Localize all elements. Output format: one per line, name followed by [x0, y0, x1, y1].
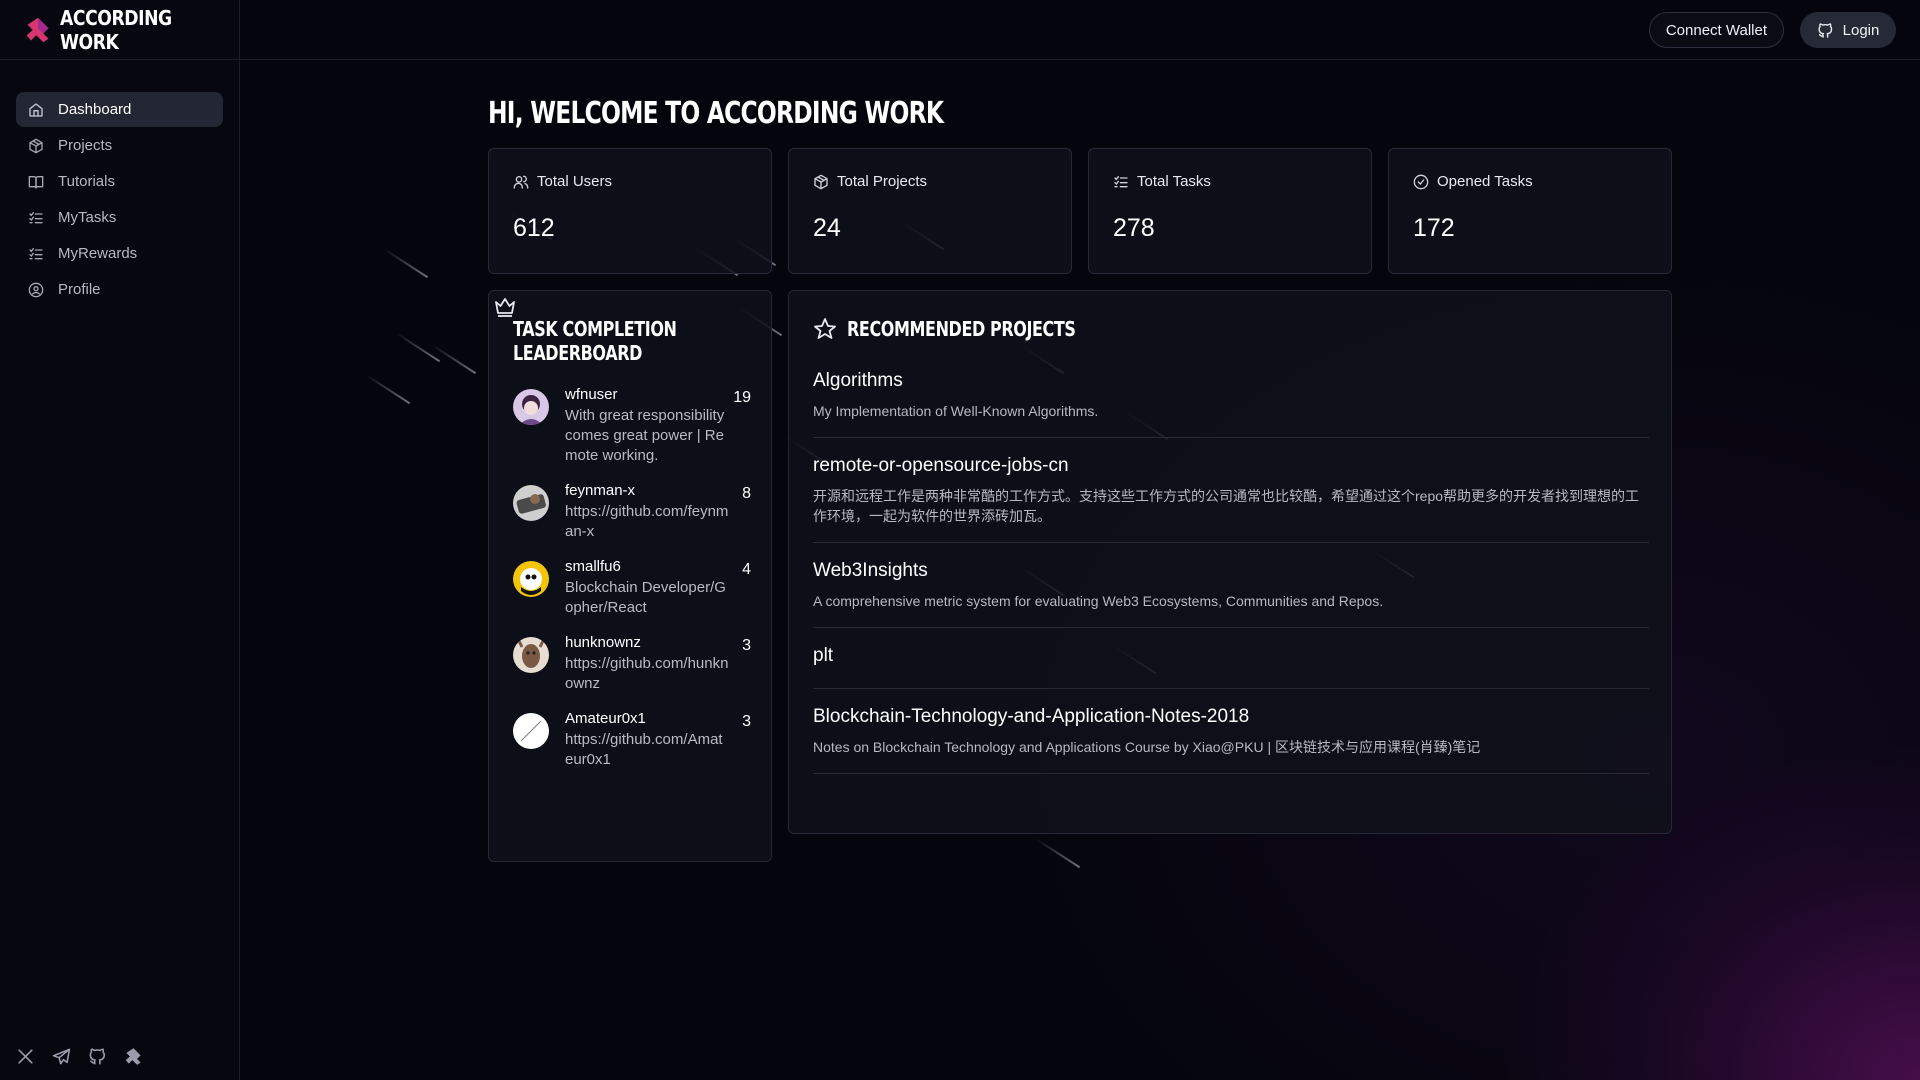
stat-label: Total Projects: [837, 173, 928, 190]
avatar: [513, 389, 549, 425]
sidebar-item-label: MyTasks: [58, 209, 117, 226]
list-checks-icon: [29, 211, 43, 223]
sidebar-nav: Dashboard Projects Tutorials MyTasks MyR…: [0, 60, 239, 307]
project-name[interactable]: remote-or-opensource-jobs-cn: [813, 454, 1649, 478]
stat-value: 612: [513, 214, 555, 242]
leaderboard-score: 4: [742, 561, 751, 578]
connect-wallet-button[interactable]: Connect Wallet: [1648, 12, 1784, 48]
crown-icon: [495, 298, 515, 317]
leaderboard-score: 19: [733, 389, 751, 406]
stat-card-opened-tasks: Opened Tasks 172: [1388, 148, 1672, 274]
avatar: [513, 713, 549, 749]
leaderboard-row[interactable]: feynman-x https://github.com/feynman-x 8: [513, 481, 751, 542]
sidebar-item-projects[interactable]: Projects: [16, 128, 223, 163]
leaderboard-username: feynman-x: [565, 482, 636, 499]
sidebar-item-profile[interactable]: Profile: [16, 272, 223, 307]
leaderboard-list: wfnuser With great responsibility comes …: [513, 385, 751, 785]
sidebar-item-label: Profile: [58, 281, 101, 298]
telegram-icon[interactable]: [52, 1047, 71, 1066]
sidebar-item-myrewards[interactable]: MyRewards: [16, 236, 223, 271]
project-name[interactable]: Web3Insights: [813, 559, 1649, 583]
leaderboard-bio: https://github.com/hunknownz: [565, 655, 729, 692]
project-item[interactable]: Algorithms My Implementation of Well-Kno…: [813, 369, 1649, 438]
x-icon[interactable]: [16, 1047, 35, 1066]
home-icon: [29, 102, 43, 117]
project-description: A comprehensive metric system for evalua…: [813, 593, 1384, 609]
project-item[interactable]: Web3Insights A comprehensive metric syst…: [813, 559, 1649, 628]
project-name[interactable]: Blockchain-Technology-and-Application-No…: [813, 705, 1649, 729]
avatar: [513, 561, 549, 597]
sidebar-item-label: MyRewards: [58, 245, 138, 262]
login-label: Login: [1842, 21, 1880, 39]
leaderboard-row[interactable]: smallfu6 Blockchain Developer/Gopher/Rea…: [513, 557, 751, 618]
recommended-projects-title: Recommended Projects: [847, 317, 1076, 341]
book-icon: [28, 175, 44, 189]
github-icon: [1818, 22, 1832, 38]
top-header: Connect Wallet Login: [240, 0, 1920, 60]
login-button[interactable]: Login: [1800, 12, 1896, 48]
project-item[interactable]: remote-or-opensource-jobs-cn 开源和远程工作是两种非…: [813, 454, 1649, 543]
package-icon: [29, 138, 43, 153]
stat-label: Total Tasks: [1137, 173, 1211, 190]
list-checks-icon: [1114, 175, 1128, 187]
user-circle-icon: [28, 282, 44, 297]
leaderboard-username: smallfu6: [565, 558, 621, 575]
sidebar-item-mytasks[interactable]: MyTasks: [16, 200, 223, 235]
according-work-logo-icon: [26, 17, 49, 42]
stat-label: Opened Tasks: [1437, 173, 1533, 190]
stat-card-total-tasks: Total Tasks 278: [1088, 148, 1372, 274]
social-links: [16, 1047, 143, 1066]
leaderboard-bio: https://github.com/Amateur0x1: [565, 731, 723, 768]
sidebar-item-label: Projects: [58, 137, 113, 154]
avatar: [513, 485, 549, 521]
sidebar-item-label: Tutorials: [58, 173, 115, 190]
project-description: Notes on Blockchain Technology and Appli…: [813, 739, 1481, 755]
project-item[interactable]: Blockchain-Technology-and-Application-No…: [813, 705, 1649, 774]
users-icon: [513, 175, 529, 189]
stat-value: 278: [1113, 214, 1155, 242]
stat-value: 172: [1413, 214, 1455, 242]
recommended-projects-card: Recommended Projects Algorithms My Imple…: [788, 290, 1672, 834]
leaderboard-bio: With great responsibility comes great po…: [565, 407, 725, 464]
brand-name: According Work: [60, 5, 172, 54]
leaderboard-username: Amateur0x1: [565, 710, 646, 727]
leaderboard-title: Task Completion Leaderboard: [513, 317, 677, 365]
leaderboard-row[interactable]: Amateur0x1 https://github.com/Amateur0x1…: [513, 709, 751, 770]
leaderboard-bio: Blockchain Developer/Gopher/React: [565, 579, 726, 616]
leaderboard-bio: https://github.com/feynman-x: [565, 503, 729, 540]
according-work-icon[interactable]: [124, 1047, 143, 1066]
stat-card-total-users: Total Users 612: [488, 148, 772, 274]
package-icon: [814, 174, 828, 189]
list-checks-icon: [29, 247, 43, 259]
stat-label: Total Users: [537, 173, 613, 190]
sidebar: According Work Dashboard Projects Tutori…: [0, 0, 240, 1080]
github-icon[interactable]: [88, 1047, 107, 1066]
leaderboard-row[interactable]: wfnuser With great responsibility comes …: [513, 385, 751, 466]
project-item[interactable]: plt: [813, 644, 1649, 689]
check-circle-icon: [1413, 174, 1429, 189]
leaderboard-card: Task Completion Leaderboard wfnuser With…: [488, 290, 772, 862]
stat-card-total-projects: Total Projects 24: [788, 148, 1072, 274]
stat-value: 24: [813, 214, 841, 242]
leaderboard-username: hunknownz: [565, 634, 641, 651]
sidebar-item-label: Dashboard: [58, 101, 132, 118]
leaderboard-row[interactable]: hunknownz https://github.com/hunknownz 3: [513, 633, 751, 694]
sidebar-item-dashboard[interactable]: Dashboard: [16, 92, 223, 127]
avatar: [513, 637, 549, 673]
project-name[interactable]: plt: [813, 644, 1649, 668]
sidebar-item-tutorials[interactable]: Tutorials: [16, 164, 223, 199]
leaderboard-score: 8: [742, 485, 751, 502]
brand[interactable]: According Work: [0, 0, 239, 60]
project-list: Algorithms My Implementation of Well-Kno…: [813, 369, 1649, 790]
star-icon: [814, 318, 836, 339]
leaderboard-username: wfnuser: [565, 386, 618, 403]
project-description: 开源和远程工作是两种非常酷的工作方式。支持这些工作方式的公司通常也比较酷，希望通…: [813, 488, 1640, 524]
project-name[interactable]: Algorithms: [813, 369, 1649, 393]
page-title: Hi, Welcome to According Work: [488, 96, 944, 131]
project-description: My Implementation of Well-Known Algorith…: [813, 403, 1099, 419]
leaderboard-score: 3: [742, 713, 751, 730]
leaderboard-score: 3: [742, 637, 751, 654]
